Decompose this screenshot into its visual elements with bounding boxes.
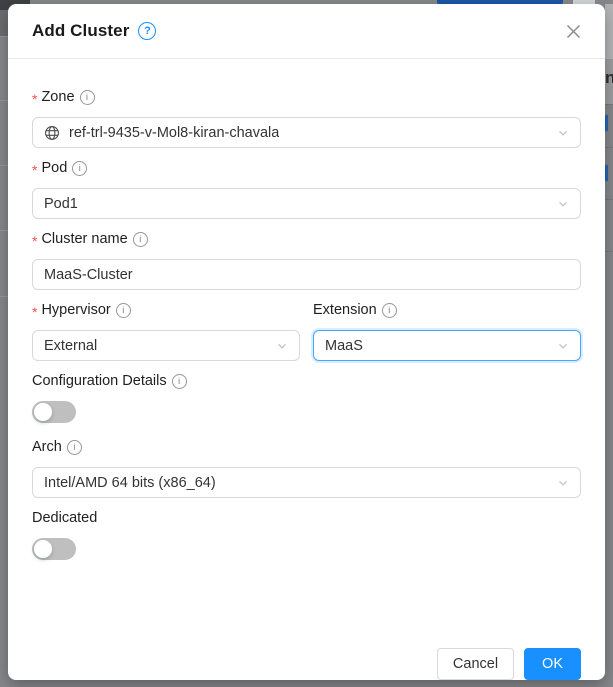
info-icon[interactable] bbox=[72, 161, 87, 176]
field-configuration-details: Configuration Details bbox=[32, 373, 581, 423]
background-row-line bbox=[0, 296, 8, 297]
zone-select[interactable]: ref-trl-9435-v-Mol8-kiran-chavala bbox=[32, 117, 581, 148]
cancel-button[interactable]: Cancel bbox=[437, 648, 514, 680]
field-hypervisor: Hypervisor External bbox=[32, 302, 300, 361]
globe-icon bbox=[44, 125, 60, 141]
hypervisor-select-value: External bbox=[44, 338, 97, 354]
extension-select[interactable]: MaaS bbox=[313, 330, 581, 361]
arch-select[interactable]: Intel/AMD 64 bits (x86_64) bbox=[32, 467, 581, 498]
chevron-down-icon bbox=[557, 340, 569, 352]
background-row-line bbox=[605, 251, 613, 252]
chevron-down-icon bbox=[276, 340, 288, 352]
field-row-hypervisor-extension: Hypervisor External Extension MaaS bbox=[32, 302, 581, 361]
background-row-line bbox=[605, 104, 613, 105]
info-icon[interactable] bbox=[67, 440, 82, 455]
background-text-fragment: n bbox=[605, 68, 613, 88]
pod-label: Pod bbox=[32, 160, 581, 176]
toggle-knob bbox=[34, 403, 52, 421]
background-row-line bbox=[605, 147, 613, 148]
pod-select[interactable]: Pod1 bbox=[32, 188, 581, 219]
background-link-fragment bbox=[605, 115, 608, 131]
configuration-details-toggle[interactable] bbox=[32, 401, 76, 423]
required-mark bbox=[32, 305, 37, 319]
background-link-fragment bbox=[605, 165, 608, 181]
cluster-name-input[interactable] bbox=[32, 259, 581, 290]
chevron-down-icon bbox=[557, 477, 569, 489]
add-cluster-modal: Add Cluster ? Zone bbox=[8, 4, 605, 680]
field-cluster-name: Cluster name bbox=[32, 231, 581, 290]
add-cluster-form: Zone ref-trl-9435-v-Mol8-kiran-chavala bbox=[8, 59, 605, 576]
background-row-line bbox=[0, 100, 8, 101]
background-panel-fragment bbox=[605, 4, 613, 59]
background-row-line bbox=[0, 36, 8, 37]
field-pod: Pod Pod1 bbox=[32, 160, 581, 219]
field-extension: Extension MaaS bbox=[313, 302, 581, 361]
cluster-name-label: Cluster name bbox=[32, 231, 581, 247]
required-mark bbox=[32, 234, 37, 248]
pod-select-value: Pod1 bbox=[44, 196, 78, 212]
info-icon[interactable] bbox=[382, 303, 397, 318]
chevron-down-icon bbox=[557, 198, 569, 210]
ok-button[interactable]: OK bbox=[524, 648, 581, 680]
background-row-line bbox=[605, 199, 613, 200]
background-row-line bbox=[0, 230, 8, 231]
info-icon[interactable] bbox=[133, 232, 148, 247]
hypervisor-select[interactable]: External bbox=[32, 330, 300, 361]
arch-select-value: Intel/AMD 64 bits (x86_64) bbox=[44, 475, 216, 491]
toggle-knob bbox=[34, 540, 52, 558]
field-dedicated: Dedicated bbox=[32, 510, 581, 560]
info-icon[interactable] bbox=[172, 374, 187, 389]
extension-label: Extension bbox=[313, 302, 581, 318]
close-icon[interactable] bbox=[563, 21, 583, 41]
info-icon[interactable] bbox=[80, 90, 95, 105]
configuration-details-label: Configuration Details bbox=[32, 373, 581, 389]
modal-footer: Cancel OK bbox=[8, 606, 605, 680]
modal-title: Add Cluster bbox=[32, 21, 129, 41]
required-mark bbox=[32, 163, 37, 177]
info-icon[interactable] bbox=[116, 303, 131, 318]
dedicated-toggle[interactable] bbox=[32, 538, 76, 560]
arch-label: Arch bbox=[32, 439, 581, 455]
hypervisor-label: Hypervisor bbox=[32, 302, 300, 318]
help-icon[interactable]: ? bbox=[138, 22, 156, 40]
extension-select-value: MaaS bbox=[325, 338, 363, 354]
field-zone: Zone ref-trl-9435-v-Mol8-kiran-chavala bbox=[32, 89, 581, 148]
zone-label: Zone bbox=[32, 89, 581, 105]
background-row-line bbox=[0, 165, 8, 166]
dedicated-label: Dedicated bbox=[32, 510, 581, 526]
modal-header: Add Cluster ? bbox=[8, 4, 605, 59]
field-arch: Arch Intel/AMD 64 bits (x86_64) bbox=[32, 439, 581, 498]
required-mark bbox=[32, 92, 37, 106]
chevron-down-icon bbox=[557, 127, 569, 139]
zone-select-value: ref-trl-9435-v-Mol8-kiran-chavala bbox=[69, 125, 279, 141]
